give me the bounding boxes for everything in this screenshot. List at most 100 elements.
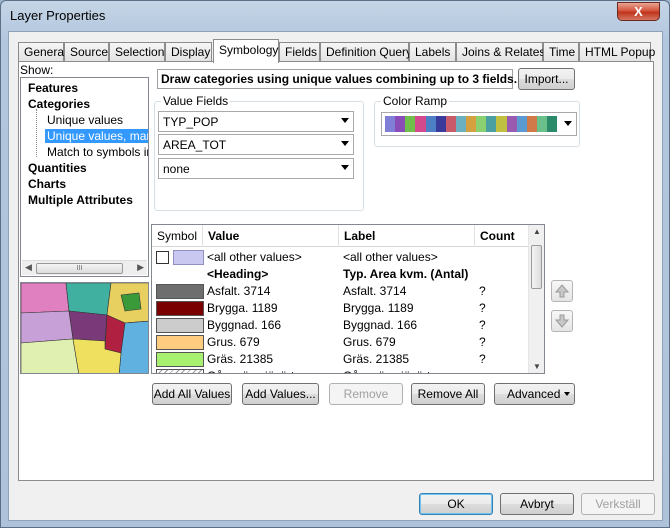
- tree-item-categories[interactable]: Categories: [28, 97, 90, 111]
- color-ramp-swatch: [506, 116, 517, 132]
- symbol-swatch[interactable]: [156, 335, 204, 350]
- cell-label: <all other values>: [343, 250, 438, 264]
- symbol-swatch[interactable]: [156, 318, 204, 333]
- tree-item-features[interactable]: Features: [28, 81, 78, 95]
- cell-label: Brygga. 1189: [343, 301, 414, 315]
- chevron-down-icon: [341, 165, 349, 170]
- color-ramp-swatch: [526, 116, 537, 132]
- chevron-down-icon: [341, 118, 349, 123]
- value-fields-label: Value Fields: [161, 94, 231, 108]
- remove-button[interactable]: Remove: [329, 383, 403, 405]
- value-field-1-select[interactable]: TYP_POP: [158, 111, 354, 132]
- table-row[interactable]: Gräs. 21385 Gräs. 21385?: [152, 351, 529, 368]
- tab-symbology[interactable]: Symbology: [213, 39, 279, 63]
- arrow-down-icon: [554, 314, 570, 328]
- tree-item-unique-values[interactable]: Unique values: [47, 113, 123, 127]
- scroll-thumb[interactable]: III: [36, 263, 123, 274]
- cell-value: <Heading>: [207, 267, 269, 281]
- cell-value: Grus. 679: [207, 335, 260, 349]
- advanced-button[interactable]: Advanced: [494, 383, 575, 405]
- header-count[interactable]: Count: [475, 225, 529, 247]
- value-field-2-value: AREA_TOT: [163, 138, 227, 152]
- add-all-values-button[interactable]: Add All Values: [152, 383, 232, 405]
- tab-joins-relates[interactable]: Joins & Relates: [456, 42, 545, 62]
- table-row[interactable]: <Heading> Typ. Area kvm. (Antal): [152, 266, 529, 283]
- dialog-client: General Source Selection Display Symbolo…: [8, 31, 663, 521]
- cell-value: Asfalt. 3714: [207, 284, 271, 298]
- apply-button[interactable]: Verkställ: [581, 493, 655, 515]
- row-checkbox[interactable]: [156, 251, 169, 264]
- tree-item-unique-values-many[interactable]: Unique values, many: [45, 129, 148, 143]
- value-field-3-value: none: [163, 162, 190, 176]
- ok-button[interactable]: OK: [419, 493, 493, 515]
- color-ramp-swatch: [385, 116, 396, 132]
- tree-item-multiple-attributes[interactable]: Multiple Attributes: [28, 193, 133, 207]
- cell-label: Typ. Area kvm. (Antal): [343, 267, 469, 281]
- tree-horizontal-scrollbar[interactable]: ◀ III ▶: [22, 260, 147, 275]
- color-ramp-swatch: [486, 116, 497, 132]
- cell-count: ?: [479, 284, 486, 298]
- cell-label: Byggnad. 166: [343, 318, 418, 332]
- scroll-right-icon[interactable]: ▶: [137, 262, 144, 273]
- header-label[interactable]: Label: [339, 225, 475, 247]
- move-up-button[interactable]: [551, 280, 573, 302]
- scroll-down-icon[interactable]: ▼: [533, 362, 541, 371]
- symbol-swatch[interactable]: [156, 352, 204, 367]
- value-field-3-select[interactable]: none: [158, 158, 354, 179]
- tab-time[interactable]: Time: [543, 42, 579, 62]
- cell-value: Brygga. 1189: [207, 301, 278, 315]
- categories-table[interactable]: Symbol Value Label Count <all other valu…: [151, 224, 545, 374]
- show-label: Show:: [20, 63, 54, 77]
- cell-count: ?: [479, 352, 486, 366]
- tree-item-match-to-symbols[interactable]: Match to symbols in a: [47, 145, 148, 159]
- color-ramp-swatch: [476, 116, 487, 132]
- import-button[interactable]: Import...: [518, 68, 575, 90]
- tree-item-quantities[interactable]: Quantities: [28, 161, 87, 175]
- header-symbol[interactable]: Symbol: [152, 225, 203, 247]
- symbol-swatch[interactable]: [156, 284, 204, 299]
- cell-value: Gräs. 21385: [207, 352, 274, 366]
- tab-fields[interactable]: Fields: [279, 42, 320, 62]
- chevron-down-icon: [564, 121, 572, 126]
- cell-count: ?: [479, 335, 486, 349]
- cell-label: Asfalt. 3714: [343, 284, 407, 298]
- color-ramp-swatch: [425, 116, 436, 132]
- scroll-thumb[interactable]: [531, 245, 542, 289]
- title-bar[interactable]: Layer Properties X: [1, 1, 669, 31]
- tab-selection[interactable]: Selection: [109, 42, 165, 62]
- tab-html-popup[interactable]: HTML Popup: [579, 42, 655, 62]
- remove-all-button[interactable]: Remove All: [411, 383, 485, 405]
- symbol-swatch[interactable]: [156, 301, 204, 316]
- scroll-up-icon[interactable]: ▲: [533, 227, 541, 236]
- close-button[interactable]: X: [617, 2, 660, 21]
- color-ramp-swatch: [455, 116, 466, 132]
- move-down-button[interactable]: [551, 310, 573, 332]
- table-row[interactable]: Byggnad. 166 Byggnad. 166?: [152, 317, 529, 334]
- header-value[interactable]: Value: [203, 225, 339, 247]
- value-field-2-select[interactable]: AREA_TOT: [158, 134, 354, 155]
- window-title: Layer Properties: [10, 8, 106, 23]
- table-row[interactable]: <all other values> <all other values>: [152, 249, 529, 266]
- symbol-swatch[interactable]: [156, 369, 204, 373]
- caret-down-icon: [564, 392, 570, 396]
- tab-definition-query[interactable]: Definition Query: [320, 42, 412, 62]
- table-row[interactable]: Brygga. 1189 Brygga. 1189?: [152, 300, 529, 317]
- add-values-button[interactable]: Add Values...: [242, 383, 319, 405]
- table-row[interactable]: Gångväg sjövärt... Gångväg sjövärt...: [152, 368, 529, 373]
- tab-source[interactable]: Source: [64, 42, 109, 62]
- tab-general[interactable]: General: [18, 42, 67, 62]
- tab-labels[interactable]: Labels: [409, 42, 456, 62]
- color-ramp-group: Color Ramp: [374, 94, 580, 147]
- tree-item-charts[interactable]: Charts: [28, 177, 66, 191]
- cell-count: ?: [479, 301, 486, 315]
- table-row[interactable]: Asfalt. 3714 Asfalt. 3714?: [152, 283, 529, 300]
- cancel-button[interactable]: Avbryt: [500, 493, 574, 515]
- symbol-swatch[interactable]: [173, 250, 204, 265]
- tab-display[interactable]: Display: [165, 42, 212, 62]
- color-ramp-swatch: [415, 116, 426, 132]
- table-row[interactable]: Grus. 679 Grus. 679?: [152, 334, 529, 351]
- color-ramp-swatch: [496, 116, 507, 132]
- color-ramp-select[interactable]: [381, 112, 577, 136]
- scroll-left-icon[interactable]: ◀: [25, 262, 32, 273]
- table-vertical-scrollbar[interactable]: ▲ ▼: [528, 225, 544, 373]
